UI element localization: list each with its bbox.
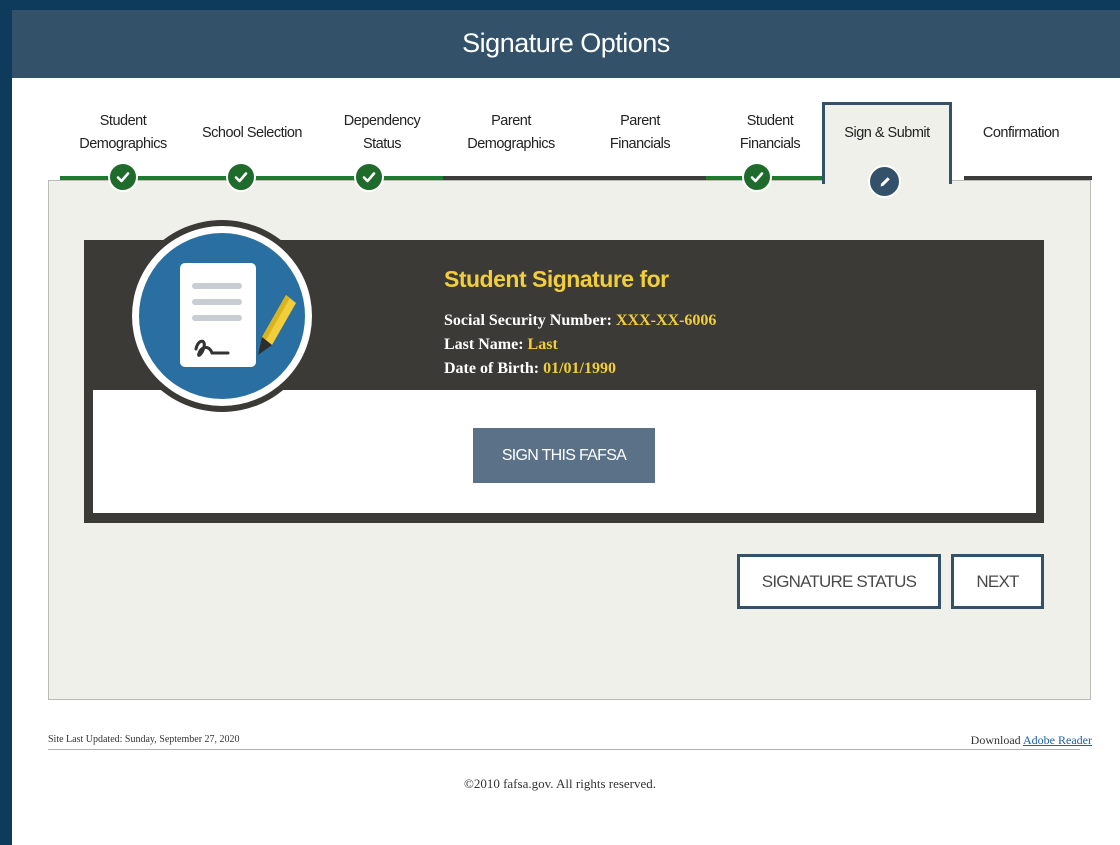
step-label-line: Student: [99, 113, 147, 129]
step-dependency-status[interactable]: Dependency Status: [324, 110, 440, 156]
step-parent-financials[interactable]: Parent Financials: [585, 110, 695, 156]
copyright: ©2010 fafsa.gov. All rights reserved.: [463, 776, 657, 791]
dob-value: 01/01/1990: [543, 360, 616, 377]
progress-line-incomplete: [443, 176, 706, 180]
step-label-line: School Selection: [201, 125, 303, 141]
check-icon: [226, 162, 256, 192]
check-icon: [354, 162, 384, 192]
pencil-icon: [868, 165, 901, 198]
page-title: Signature Options: [462, 28, 670, 58]
step-label-line: Parent: [491, 113, 531, 129]
next-button[interactable]: NEXT: [951, 554, 1044, 609]
dob-label: Date of Birth:: [444, 360, 540, 377]
step-parent-demographics[interactable]: Parent Demographics: [451, 110, 571, 156]
ssn-label: Social Security Number:: [444, 312, 612, 329]
last-name-label: Last Name:: [444, 336, 524, 353]
step-school-selection[interactable]: School Selection: [187, 122, 317, 145]
step-label-line: Student: [746, 113, 794, 129]
step-confirmation[interactable]: Confirmation: [966, 122, 1076, 145]
footer-divider: [48, 749, 1080, 750]
check-icon: [742, 162, 772, 192]
step-label-line: Financials: [739, 136, 801, 152]
tab-label: Sign & Submit: [844, 125, 930, 141]
progress-line-upcoming: [964, 176, 1092, 180]
step-label-line: Financials: [609, 136, 671, 152]
last-name-row: Last Name: Last: [444, 336, 558, 354]
download-adobe: Download Adobe Reader: [971, 733, 1092, 748]
step-label-line: Demographics: [467, 136, 555, 152]
step-student-demographics[interactable]: Student Demographics: [65, 110, 181, 156]
signed-document-icon: [126, 220, 318, 412]
step-label-line: Parent: [620, 113, 660, 129]
page-header: Signature Options: [12, 10, 1120, 78]
sign-fafsa-button[interactable]: SIGN THIS FAFSA: [473, 428, 655, 483]
last-name-value: Last: [527, 336, 558, 353]
step-label-line: Confirmation: [982, 125, 1060, 141]
check-icon: [108, 162, 138, 192]
dob-row: Date of Birth: 01/01/1990: [444, 360, 616, 378]
step-label-line: Status: [362, 136, 402, 152]
step-label-line: Dependency: [343, 113, 421, 129]
ssn-value: XXX-XX-6006: [615, 312, 717, 329]
signature-status-button[interactable]: SIGNATURE STATUS: [737, 554, 941, 609]
adobe-reader-link[interactable]: Adobe Reader: [1023, 733, 1092, 747]
ssn-row: Social Security Number: XXX-XX-6006: [444, 312, 716, 330]
download-text: Download: [970, 733, 1021, 747]
step-label-line: Demographics: [79, 136, 167, 152]
site-updated: Site Last Updated: Sunday, September 27,…: [48, 734, 240, 745]
signature-title: Student Signature for: [444, 266, 669, 292]
step-student-financials[interactable]: Student Financials: [715, 110, 825, 156]
